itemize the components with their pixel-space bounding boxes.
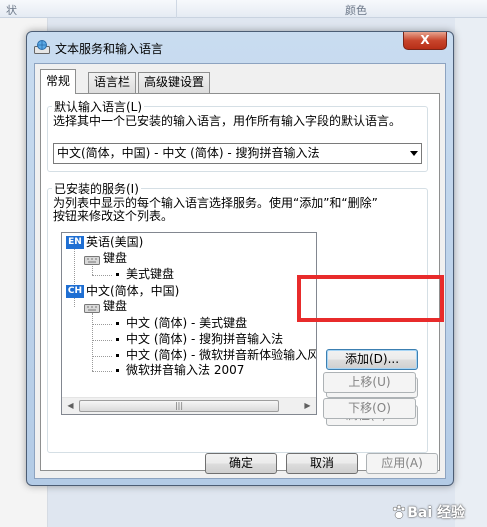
tab-advanced-key-settings[interactable]: 高级键设置 bbox=[138, 72, 211, 93]
ok-button[interactable]: 确定 bbox=[205, 453, 277, 474]
tree-connector bbox=[92, 324, 112, 325]
move-down-button[interactable]: 下移(O) bbox=[323, 398, 416, 419]
installed-services-description-2: 按钮来修改这个列表。 bbox=[53, 209, 174, 223]
apply-button[interactable]: 应用(A) bbox=[366, 453, 438, 474]
tab-general[interactable]: 常规 bbox=[40, 69, 77, 94]
background-header: 状 颜色 bbox=[0, 0, 487, 18]
cancel-button[interactable]: 取消 bbox=[286, 453, 358, 474]
tree-item-sogou-pinyin[interactable]: 中文 (简体) - 搜狗拼音输入法 bbox=[114, 332, 283, 348]
keyboard-globe-icon bbox=[34, 40, 50, 54]
tree-connector bbox=[74, 248, 75, 288]
tree-item-us-keyboard[interactable]: 美式键盘 bbox=[114, 267, 174, 283]
tree-item-chinese-keyboard[interactable]: 键盘 bbox=[84, 299, 127, 315]
bullet-icon bbox=[116, 338, 119, 341]
tree-connector bbox=[92, 340, 112, 341]
watermark-text: Bai 经验 bbox=[407, 505, 465, 521]
bullet-icon bbox=[116, 354, 119, 357]
tree-item-microsoft-new-experience[interactable]: 中文 (简体) - 微软拼音新体验输入风 bbox=[114, 348, 317, 364]
keyboard-icon bbox=[84, 303, 100, 313]
tree-item-label: 键盘 bbox=[103, 299, 128, 313]
tree-item-label: 微软拼音输入法 2007 bbox=[126, 363, 245, 377]
close-button[interactable]: X bbox=[403, 32, 447, 50]
move-up-button[interactable]: 上移(U) bbox=[323, 372, 416, 393]
scroll-thumb[interactable]: ||| bbox=[79, 400, 279, 412]
bullet-icon bbox=[116, 273, 119, 276]
default-language-label: 默认输入语言(L) bbox=[52, 98, 145, 115]
default-language-description: 选择其中一个已安装的输入语言，用作所有输入字段的默认语言。 bbox=[53, 114, 402, 128]
tree-item-label: 键盘 bbox=[103, 251, 128, 265]
tree-item-chinese[interactable]: CH 中文(简体，中国) bbox=[66, 284, 179, 300]
horizontal-scrollbar[interactable]: ◀ ||| ▶ bbox=[62, 397, 316, 414]
default-language-selected-value: 中文(简体，中国) - 中文 (简体) - 搜狗拼音输入法 bbox=[57, 146, 320, 160]
keyboard-icon bbox=[84, 255, 100, 265]
add-button[interactable]: 添加(D)... bbox=[326, 349, 418, 370]
background-column-status: 状 bbox=[6, 4, 17, 17]
baidu-watermark: Bai 经验 bbox=[391, 502, 465, 522]
bullet-icon bbox=[116, 369, 119, 372]
language-badge-ch: CH bbox=[66, 285, 84, 298]
background-right-panel bbox=[455, 18, 487, 527]
language-badge-en: EN bbox=[66, 236, 84, 249]
dialog-title: 文本服务和输入语言 bbox=[55, 42, 164, 56]
tree-connector bbox=[92, 275, 112, 276]
chevron-down-icon[interactable] bbox=[410, 151, 418, 156]
paw-icon bbox=[392, 504, 406, 519]
tree-item-label: 中文 (简体) - 微软拼音新体验输入风 bbox=[126, 348, 317, 362]
default-language-dropdown[interactable]: 中文(简体，中国) - 中文 (简体) - 搜狗拼音输入法 bbox=[53, 143, 422, 164]
tree-item-english[interactable]: EN 英语(美国) bbox=[66, 235, 143, 251]
tree-item-chinese-us-keyboard[interactable]: 中文 (简体) - 美式键盘 bbox=[114, 316, 247, 332]
tree-item-label: 中文 (简体) - 美式键盘 bbox=[126, 316, 248, 330]
tree-connector bbox=[92, 313, 93, 371]
tree-item-label: 中文 (简体) - 搜狗拼音输入法 bbox=[126, 332, 284, 346]
tree-connector bbox=[92, 371, 112, 372]
installed-services-label: 已安装的服务(I) bbox=[52, 180, 141, 197]
background-column-divider bbox=[176, 0, 177, 18]
tree-item-label: 英语(美国) bbox=[86, 235, 144, 249]
tree-item-english-keyboard[interactable]: 键盘 bbox=[84, 251, 127, 267]
tree-item-label: 中文(简体，中国) bbox=[86, 284, 180, 298]
tree-item-microsoft-pinyin-2007[interactable]: 微软拼音输入法 2007 bbox=[114, 363, 244, 379]
scroll-right-icon[interactable]: ▶ bbox=[299, 398, 316, 414]
bullet-icon bbox=[116, 322, 119, 325]
scroll-left-icon[interactable]: ◀ bbox=[62, 398, 79, 414]
tree-connector bbox=[92, 356, 112, 357]
tree-item-label: 美式键盘 bbox=[126, 267, 175, 281]
tab-language-bar[interactable]: 语言栏 bbox=[88, 72, 137, 93]
installed-services-tree[interactable]: EN 英语(美国) 键盘 美式键盘 CH 中文(简体，中国) 键盘 中文 (简体) … bbox=[61, 232, 317, 415]
highlight-annotation bbox=[297, 275, 444, 322]
background-column-color: 颜色 bbox=[345, 4, 367, 17]
